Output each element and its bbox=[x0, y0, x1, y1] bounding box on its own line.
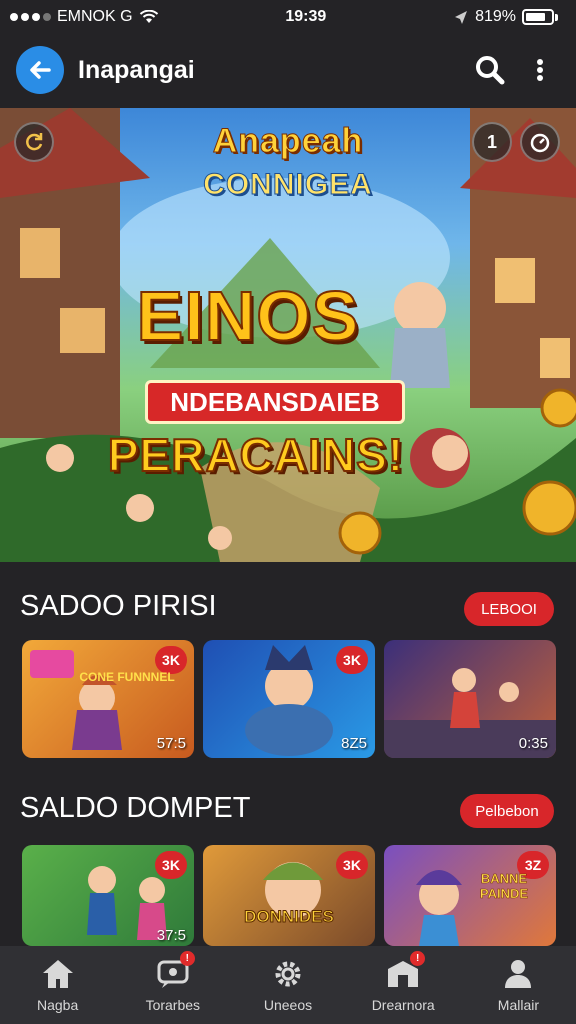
section-title-2: SALDO DOMPET bbox=[20, 792, 251, 824]
nav-label: Uneeos bbox=[263, 997, 313, 1013]
notification-badge: ! bbox=[179, 951, 195, 966]
banner-title-line2: CONNIGEA bbox=[203, 168, 373, 202]
location-icon bbox=[455, 11, 468, 24]
nav-label: Drearnora bbox=[371, 997, 435, 1013]
card-caption: DONNIDES bbox=[244, 907, 335, 927]
gear-icon bbox=[270, 957, 306, 991]
nav-item-store[interactable]: ! Drearnora bbox=[346, 946, 461, 1024]
nav-item-home[interactable]: Nagba bbox=[0, 946, 115, 1024]
card-duration: 37:5 bbox=[156, 927, 186, 944]
more-vertical-icon bbox=[537, 59, 543, 81]
card-badge: 3K bbox=[155, 851, 187, 879]
card-duration: 8Z5 bbox=[341, 735, 367, 752]
nav-label: Mallair bbox=[497, 997, 540, 1013]
nav-item-chat[interactable]: ! Torarbes bbox=[115, 946, 230, 1024]
home-icon bbox=[40, 957, 76, 991]
signal-icon bbox=[10, 13, 51, 21]
page-title: Inapangai bbox=[78, 55, 195, 84]
game-card[interactable]: 3K 37:5 bbox=[22, 845, 194, 946]
banner-headline: EINOS bbox=[136, 276, 360, 356]
back-button[interactable] bbox=[16, 46, 64, 94]
battery-icon bbox=[522, 9, 558, 25]
bottom-navigation: Nagba ! Torarbes Uneeos ! Drearnora Mall… bbox=[0, 946, 576, 1024]
section-title-1: SADOO PIRISI bbox=[20, 590, 217, 622]
nav-label: Nagba bbox=[36, 997, 79, 1013]
nav-item-profile[interactable]: Mallair bbox=[461, 946, 576, 1024]
card-badge: 3K bbox=[336, 851, 368, 879]
game-card[interactable]: 3K DONNIDES bbox=[203, 845, 375, 946]
search-icon bbox=[476, 56, 505, 85]
wifi-icon bbox=[139, 10, 158, 23]
card-caption: BANNE PAINDE bbox=[479, 871, 529, 902]
banner-subheadline: PERACAINS! bbox=[107, 428, 405, 482]
profile-icon bbox=[500, 957, 536, 991]
section-1-button[interactable]: LEBOOI bbox=[464, 592, 554, 626]
status-bar: EMNOK G 19:39 819% bbox=[0, 0, 576, 34]
section-2-button[interactable]: Pelbebon bbox=[460, 794, 554, 828]
game-card[interactable]: 0:35 bbox=[384, 640, 556, 758]
notification-badge: ! bbox=[410, 951, 426, 966]
battery-percent: 819% bbox=[475, 8, 516, 25]
more-menu-button[interactable] bbox=[520, 50, 560, 90]
arrow-left-icon bbox=[30, 61, 51, 79]
app-screen: EMNOK G 19:39 819% Inapangai 1 Anapeah C… bbox=[0, 0, 576, 1024]
app-header: Inapangai bbox=[0, 34, 576, 106]
card-badge: 3K bbox=[336, 646, 368, 674]
banner-title-line1: Anapeah bbox=[212, 122, 364, 161]
carrier-label: EMNOK G bbox=[57, 8, 133, 25]
nav-label: Torarbes bbox=[145, 997, 201, 1013]
store-icon: ! bbox=[385, 951, 426, 991]
promo-banner[interactable]: 1 Anapeah CONNIGEA EINOS NDEBANSDAIEB PE… bbox=[0, 108, 576, 562]
clock: 19:39 bbox=[285, 8, 327, 25]
nav-item-settings[interactable]: Uneeos bbox=[230, 946, 345, 1024]
banner-ribbon-text: NDEBANSDAIEB bbox=[170, 386, 380, 417]
game-card[interactable]: 3Z BANNE PAINDE bbox=[384, 845, 556, 946]
game-card[interactable]: 3K 8Z5 bbox=[203, 640, 375, 758]
card-duration: 57:5 bbox=[156, 735, 186, 752]
search-button[interactable] bbox=[470, 50, 510, 90]
chat-icon: ! bbox=[155, 951, 195, 991]
card-duration: 0:35 bbox=[518, 735, 548, 752]
game-card[interactable]: 3K CONE FUNNNEL 57:5 bbox=[22, 640, 194, 758]
banner-ribbon: NDEBANSDAIEB bbox=[145, 380, 405, 424]
card-caption: CONE FUNNNEL bbox=[79, 670, 175, 684]
